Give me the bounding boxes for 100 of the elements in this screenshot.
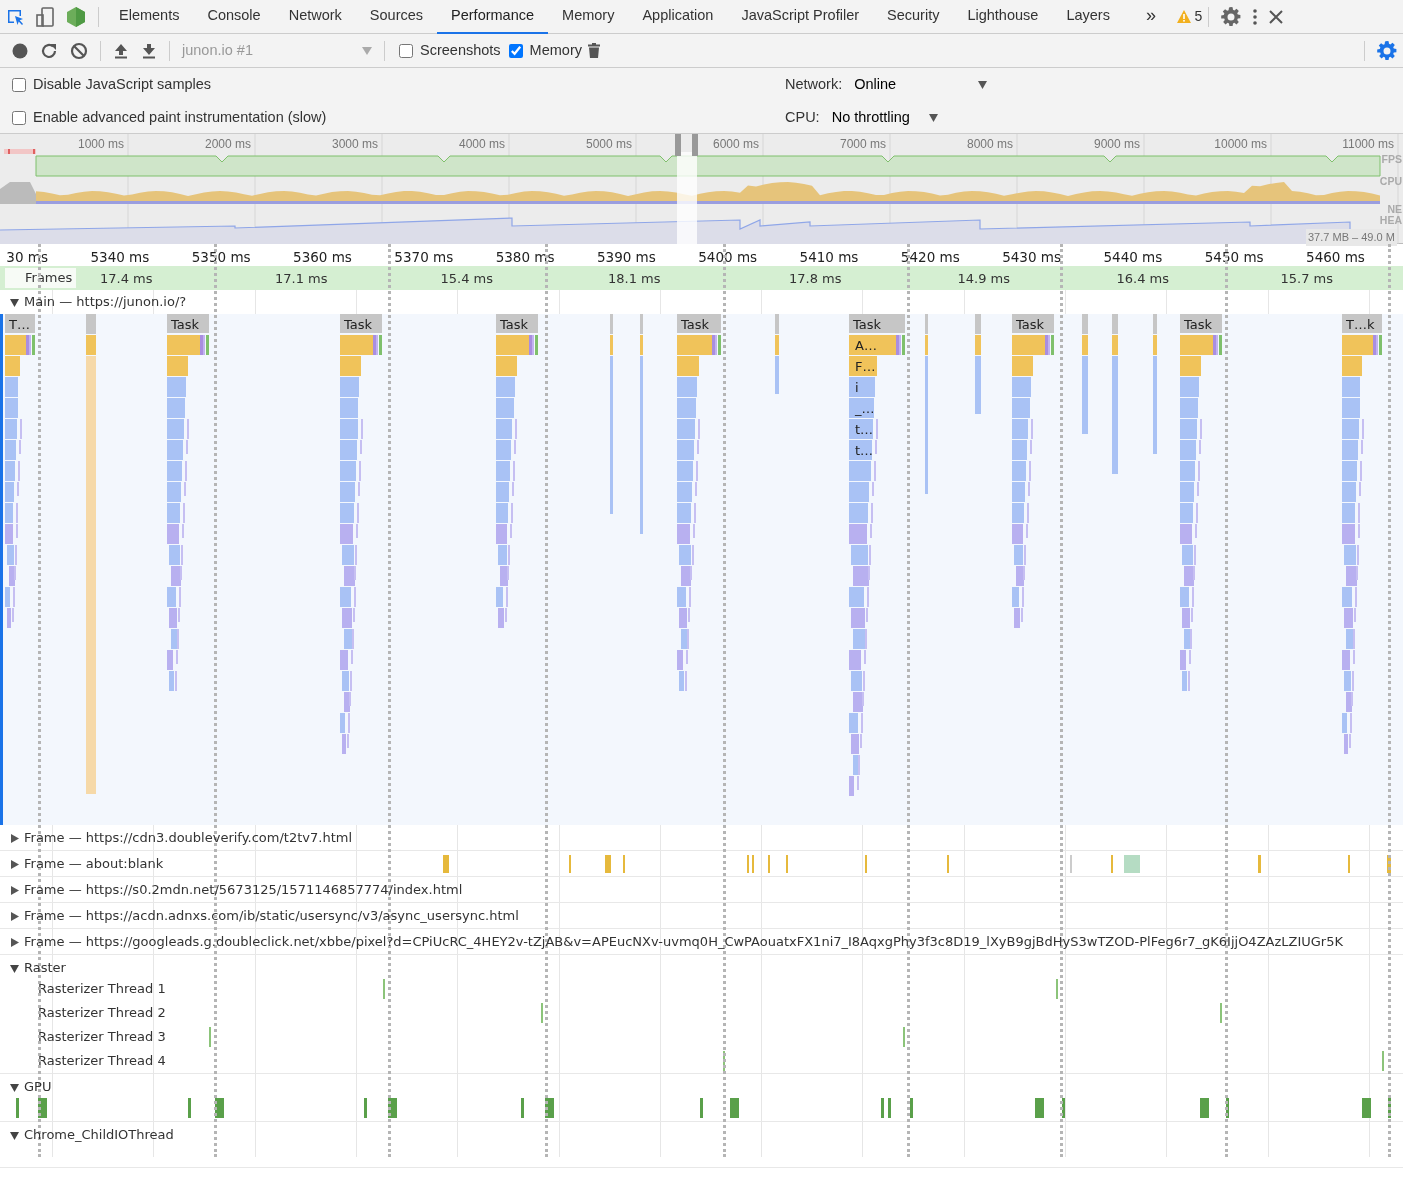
event-mark [723, 1051, 725, 1071]
collapsed-arrow-icon[interactable] [10, 937, 19, 947]
gpu-event-mark [188, 1098, 191, 1118]
upload-icon [113, 42, 129, 59]
task-bar[interactable]: Task [1180, 314, 1222, 333]
tab[interactable]: Console [193, 0, 275, 34]
settings-icon [1221, 6, 1242, 27]
time-tick: 5350 ms [191, 248, 251, 267]
task-bar[interactable]: T…k [1342, 314, 1382, 333]
hexagon-button[interactable] [66, 5, 86, 28]
event-mark [1382, 1051, 1384, 1071]
throttling-select[interactable]: No throttling [831, 106, 938, 129]
expanded-arrow-icon[interactable] [10, 297, 19, 307]
frame-duration: 16.4 ms [1116, 270, 1169, 288]
frame-duration: 17.4 ms [100, 270, 153, 288]
tab[interactable]: Sources [355, 0, 438, 34]
frame-duration: 18.1 ms [608, 270, 661, 288]
time-tick: 11000 ms [1342, 136, 1394, 153]
event-mark [623, 855, 625, 873]
event-mark [752, 855, 754, 873]
more-tabs-button[interactable]: » [1131, 0, 1170, 34]
tab[interactable]: Elements [105, 0, 194, 34]
gpu-event-mark [364, 1098, 367, 1118]
tab[interactable]: Layers [1052, 0, 1124, 34]
task-bar[interactable]: Task [340, 314, 382, 333]
track-title: Frame — https://acdn.adnxs.com/ib/static/usersync/v3/async_usersync.html [24, 907, 519, 926]
track-title: Chrome_ChildIOThread [24, 1126, 174, 1145]
task-bar[interactable]: Task [677, 314, 721, 333]
gpu-event-mark [910, 1098, 913, 1118]
expanded-arrow-icon[interactable] [10, 1082, 19, 1092]
expanded-arrow-icon[interactable] [10, 1130, 19, 1140]
gpu-event-mark [38, 1098, 47, 1118]
checkbox[interactable] [399, 43, 413, 58]
clear-icon [70, 41, 88, 60]
gpu-event-mark [1226, 1098, 1229, 1118]
gpu-event-mark [730, 1098, 739, 1118]
trash-button[interactable] [588, 43, 600, 58]
tab[interactable]: JavaScript Profiler [727, 0, 874, 34]
tab[interactable]: Network [274, 0, 356, 34]
tab[interactable]: Lighthouse [953, 0, 1053, 34]
tab[interactable]: Application [628, 0, 728, 34]
checkbox[interactable] [508, 43, 523, 58]
checkbox-label: Screenshots [420, 40, 501, 60]
hexagon-icon [66, 5, 86, 28]
call-frame-label[interactable]: _… [849, 399, 875, 419]
event-mark [1070, 855, 1072, 873]
close-button[interactable] [1269, 9, 1284, 24]
clear-button[interactable] [70, 41, 88, 60]
time-tick: 5390 ms [596, 248, 656, 267]
reload-icon [40, 41, 58, 60]
more-options-icon [1253, 8, 1258, 25]
inspect-button[interactable] [6, 7, 24, 26]
event-mark [947, 855, 949, 873]
collapsed-arrow-icon[interactable] [10, 833, 19, 843]
call-frame-label[interactable]: t… [849, 420, 874, 440]
checkbox[interactable] [12, 77, 26, 92]
task-bar[interactable]: Task [167, 314, 209, 333]
event-mark [747, 855, 749, 873]
task-bar[interactable]: T… [5, 314, 35, 333]
track-label: NE [1387, 204, 1402, 215]
caret-icon [978, 80, 988, 89]
more-options-button[interactable] [1253, 8, 1258, 25]
collapsed-arrow-icon[interactable] [10, 911, 19, 921]
task-bar[interactable]: Task [1012, 314, 1054, 333]
call-frame-label[interactable]: t… [849, 441, 874, 461]
upload-button[interactable] [113, 42, 129, 59]
frame-duration: 17.8 ms [789, 270, 842, 288]
tab[interactable]: Security [873, 0, 954, 34]
gpu-event-mark [1200, 1098, 1209, 1118]
time-tick: 5460 ms [1306, 248, 1365, 267]
heap-range: 37.7 MB – 49.0 M [1306, 229, 1397, 246]
track-title: Raster [24, 959, 66, 978]
download-button[interactable] [141, 42, 157, 59]
selection-window[interactable] [675, 134, 698, 244]
task-bar[interactable]: Task [849, 314, 905, 333]
event-mark [1056, 979, 1058, 999]
device-toolbar-button[interactable] [36, 6, 54, 27]
track-title: GPU [24, 1078, 52, 1097]
reload-button[interactable] [40, 41, 58, 60]
device-toolbar-icon [36, 6, 54, 27]
task-bar[interactable]: Task [496, 314, 538, 333]
call-frame-label[interactable]: F… [849, 357, 876, 377]
settings-button[interactable] [1221, 6, 1242, 27]
time-tick: 5410 ms [799, 248, 859, 267]
expanded-arrow-icon[interactable] [10, 963, 19, 973]
warning-count[interactable]: 5 [1194, 6, 1203, 27]
time-tick: 5340 ms [90, 248, 150, 267]
warning-icon [1176, 10, 1191, 23]
time-tick: 4000 ms [458, 136, 505, 153]
collapsed-arrow-icon[interactable] [10, 859, 19, 869]
event-mark [903, 1027, 905, 1047]
event-mark [605, 855, 611, 873]
tab[interactable]: Memory [548, 0, 629, 34]
time-tick: 2000 ms [204, 136, 251, 153]
capture-settings-button[interactable] [1377, 40, 1397, 61]
checkbox[interactable] [12, 110, 26, 125]
collapsed-arrow-icon[interactable] [10, 885, 19, 895]
throttling-select[interactable]: Online [854, 73, 988, 96]
time-tick: 5360 ms [293, 248, 352, 267]
record-button[interactable] [12, 42, 28, 59]
